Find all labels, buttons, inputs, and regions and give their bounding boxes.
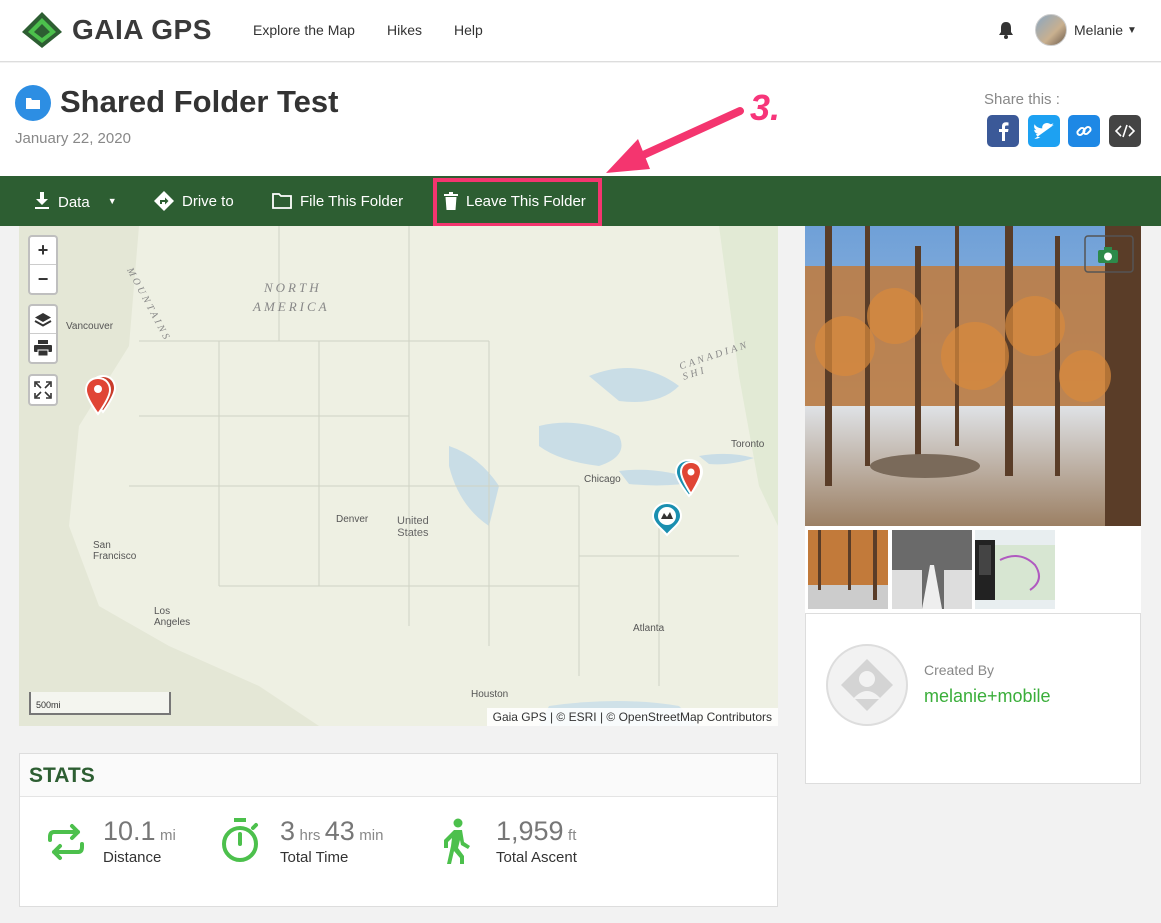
annotation-arrow-icon	[606, 107, 744, 173]
zoom-in-icon[interactable]: +	[30, 237, 56, 265]
hiker-icon	[444, 818, 470, 864]
thumbnail-1[interactable]	[808, 530, 888, 609]
time-hours-unit: hrs	[299, 827, 321, 844]
page-title: Shared Folder Test	[60, 84, 339, 119]
embed-code-icon[interactable]	[1109, 115, 1141, 147]
folder-header: Shared Folder Test January 22, 2020 3. S…	[0, 63, 1161, 176]
folder-date: January 22, 2020	[15, 130, 131, 147]
country-label: United States	[397, 515, 429, 539]
folder-icon	[15, 85, 51, 121]
country-label-line2: States	[397, 527, 429, 539]
time-hours: 3	[280, 816, 296, 846]
nav-help[interactable]: Help	[454, 22, 483, 38]
facebook-share-icon[interactable]	[987, 115, 1019, 147]
thumbnail-3[interactable]	[975, 530, 1055, 609]
gaia-logo[interactable]: GAIA GPS	[20, 10, 212, 50]
stats-title: STATS	[20, 754, 777, 797]
region-label-north: NORTH	[264, 280, 322, 295]
map-attribution: Gaia GPS | © ESRI | © OpenStreetMap Cont…	[486, 708, 778, 726]
file-folder-label: File This Folder	[300, 192, 404, 210]
zoom-out-icon[interactable]: −	[30, 265, 56, 293]
city-vancouver: Vancouver	[66, 321, 114, 332]
time-minutes: 43	[324, 816, 355, 846]
layers-control	[28, 304, 58, 364]
map-marker-cluster-icon[interactable]	[671, 458, 707, 500]
ascent-unit: ft	[568, 827, 577, 844]
country-label-line1: United	[397, 515, 429, 527]
drive-to-button[interactable]: Drive to	[154, 176, 234, 226]
print-icon[interactable]	[30, 334, 56, 362]
region-label-america: AMERICA	[253, 299, 330, 314]
directions-icon	[154, 191, 174, 211]
fullscreen-icon[interactable]	[30, 376, 56, 404]
folder-outline-icon	[272, 193, 292, 209]
drive-to-label: Drive to	[182, 192, 234, 210]
caret-down-icon: ▼	[107, 196, 117, 206]
city-la-line1: Los	[154, 606, 171, 617]
distance-arrows-icon	[48, 824, 84, 860]
file-folder-button[interactable]: File This Folder	[272, 176, 403, 226]
ascent-value: 1,959	[496, 816, 564, 846]
user-name[interactable]: Melanie	[1074, 22, 1123, 38]
photo-thumbnails	[805, 526, 1141, 614]
logo-text: GAIA GPS	[72, 14, 212, 45]
ascent-label: Total Ascent	[496, 849, 577, 866]
nav-hikes[interactable]: Hikes	[387, 22, 422, 38]
distance-value: 10.1	[103, 816, 156, 846]
data-dropdown-button[interactable]: Data ▼	[34, 176, 117, 226]
layers-icon[interactable]	[30, 306, 56, 334]
city-denver: Denver	[336, 514, 369, 525]
top-navbar: GAIA GPS Explore the Map Hikes Help Mela…	[0, 0, 1161, 62]
map-marker-pin-icon[interactable]	[85, 374, 119, 416]
map-marker-summit-icon[interactable]	[649, 501, 685, 537]
annotation-highlight-box	[433, 178, 602, 227]
main-photo[interactable]	[805, 226, 1141, 526]
city-sf-line1: San	[93, 540, 111, 551]
nav-explore-map[interactable]: Explore the Map	[253, 22, 355, 38]
time-label: Total Time	[280, 849, 349, 866]
zoom-control: + −	[28, 235, 58, 295]
city-houston: Houston	[471, 689, 509, 700]
share-label: Share this :	[984, 91, 1060, 108]
add-photo-icon[interactable]	[1097, 246, 1119, 269]
notification-bell-icon[interactable]	[996, 20, 1016, 40]
map-scale: 500mi	[29, 692, 171, 715]
time-minutes-unit: min	[359, 827, 384, 844]
city-san-francisco: San Francisco	[93, 540, 136, 562]
map-basemap	[19, 226, 778, 726]
twitter-share-icon[interactable]	[1028, 115, 1060, 147]
city-chicago: Chicago	[584, 474, 621, 485]
data-label: Data	[58, 194, 90, 211]
city-los-angeles: Los Angeles	[154, 606, 190, 628]
created-by-label: Created By	[924, 662, 995, 678]
stats-panel: STATS 10.1 mi Distance 3 hrs 43 min Tota…	[19, 753, 778, 907]
city-toronto: Toronto	[731, 439, 765, 450]
gaia-mountain-icon	[22, 12, 62, 48]
copy-link-icon[interactable]	[1068, 115, 1100, 147]
user-avatar[interactable]	[1035, 14, 1067, 46]
city-la-line2: Angeles	[154, 617, 191, 628]
stopwatch-icon	[222, 818, 258, 862]
distance-label: Distance	[103, 849, 162, 866]
city-atlanta: Atlanta	[633, 623, 665, 634]
fullscreen-control	[28, 374, 58, 406]
creator-card: Created By melanie+mobile	[805, 614, 1141, 784]
map-view[interactable]: NORTH AMERICA MOUNTAINS CANADIAN SHI Uni…	[19, 226, 778, 726]
default-user-icon	[841, 659, 893, 711]
city-sf-line2: Francisco	[93, 551, 137, 562]
download-icon	[35, 192, 49, 209]
forest-photo-image	[805, 226, 1141, 526]
distance-unit: mi	[160, 827, 176, 844]
chevron-down-icon[interactable]: ▼	[1127, 25, 1137, 36]
creator-name-link[interactable]: melanie+mobile	[924, 686, 1051, 707]
creator-avatar[interactable]	[826, 644, 908, 726]
thumbnail-2[interactable]	[892, 530, 972, 609]
annotation-step-label: 3.	[750, 87, 781, 128]
